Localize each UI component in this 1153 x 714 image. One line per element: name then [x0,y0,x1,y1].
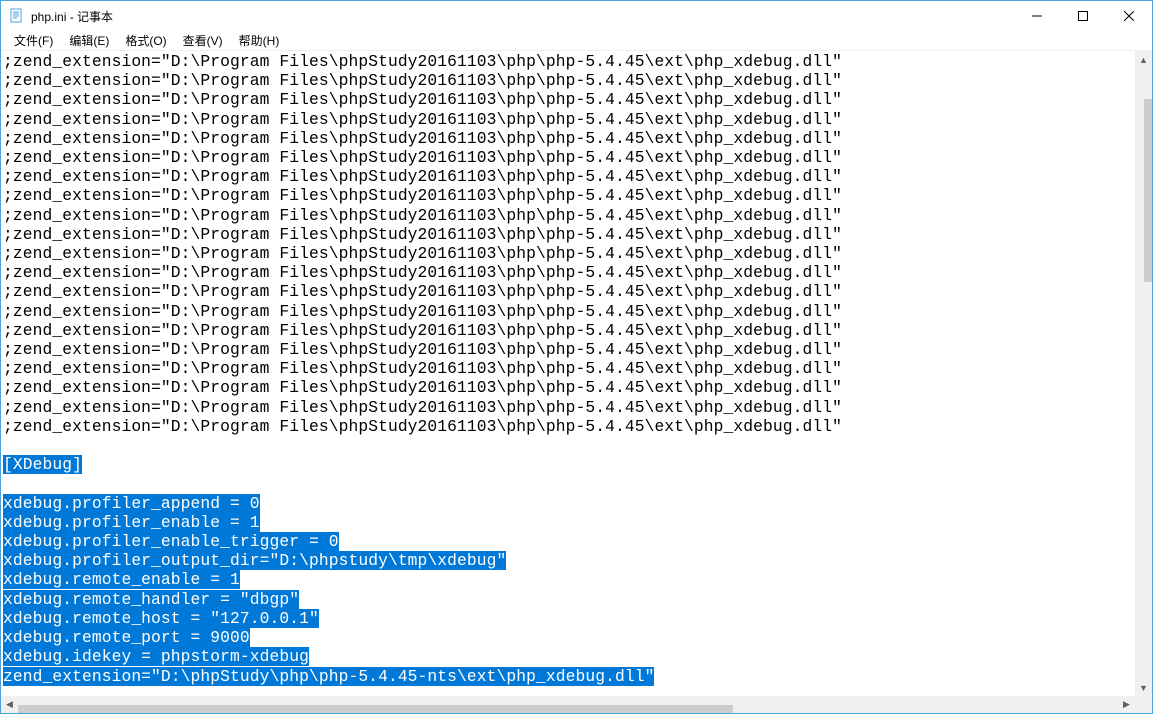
window-title: php.ini - 记事本 [31,8,113,25]
text-editor[interactable]: ;zend_extension="D:\Program Files\phpStu… [1,51,1135,696]
notepad-window: php.ini - 记事本 文件(F) 编辑(E) 格式(O) 查看(V) 帮助… [0,0,1153,714]
minimize-button[interactable] [1014,1,1060,31]
scroll-up-arrow-icon[interactable]: ▲ [1135,51,1152,68]
menu-edit[interactable]: 编辑(E) [62,31,116,50]
editor-area: ;zend_extension="D:\Program Files\phpStu… [1,51,1152,713]
menu-help[interactable]: 帮助(H) [232,31,287,50]
horizontal-scrollbar[interactable]: ◀ ▶ [1,696,1135,713]
menu-file[interactable]: 文件(F) [7,31,60,50]
notepad-icon [9,8,25,24]
scroll-corner [1135,696,1152,713]
titlebar-left: php.ini - 记事本 [9,8,113,25]
close-button[interactable] [1106,1,1152,31]
titlebar[interactable]: php.ini - 记事本 [1,1,1152,31]
vertical-scroll-thumb[interactable] [1144,99,1153,282]
scroll-right-arrow-icon[interactable]: ▶ [1118,696,1135,713]
menubar: 文件(F) 编辑(E) 格式(O) 查看(V) 帮助(H) [1,31,1152,51]
menu-format[interactable]: 格式(O) [118,31,173,50]
scroll-down-arrow-icon[interactable]: ▼ [1135,679,1152,696]
horizontal-scroll-thumb[interactable] [18,705,733,714]
scroll-left-arrow-icon[interactable]: ◀ [1,696,18,713]
maximize-button[interactable] [1060,1,1106,31]
window-controls [1014,1,1152,31]
vertical-scrollbar[interactable]: ▲ ▼ [1135,51,1152,696]
menu-view[interactable]: 查看(V) [176,31,230,50]
